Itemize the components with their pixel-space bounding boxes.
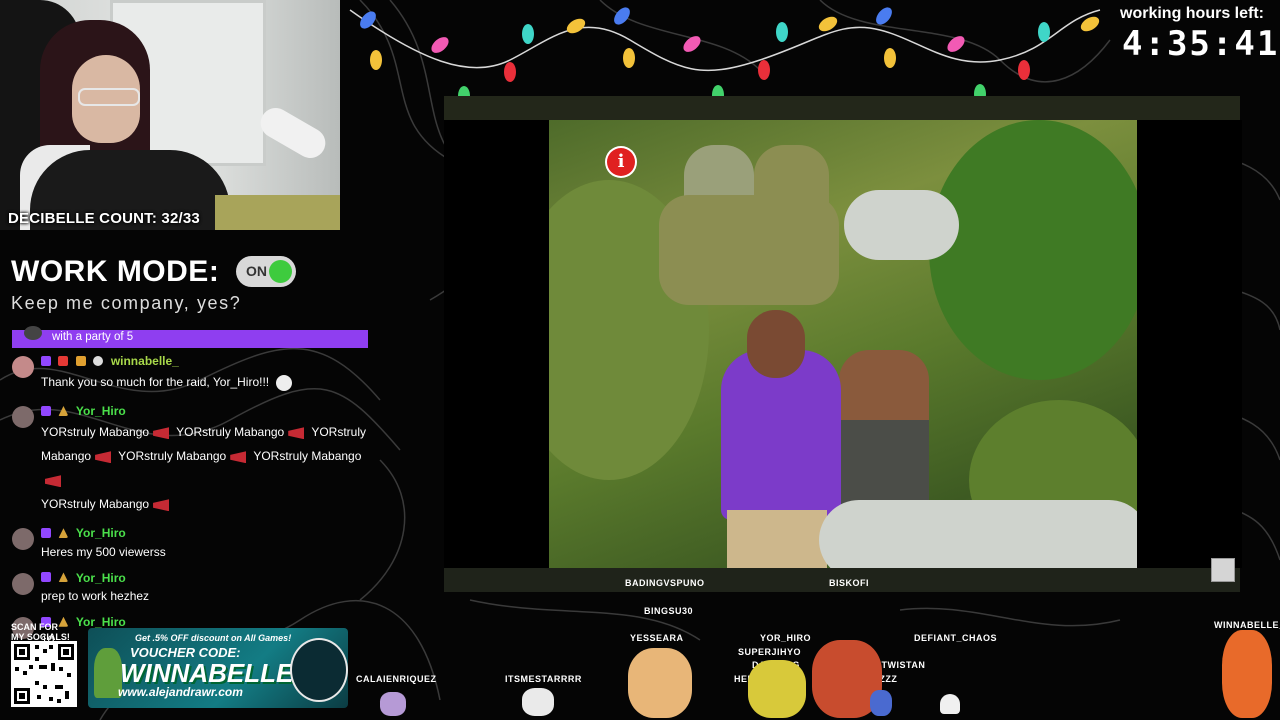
woman-pants	[727, 510, 827, 568]
viewer-avatar-icon	[628, 648, 692, 718]
viewer-avatar-icon	[748, 660, 806, 718]
viewer-name: CALAIENRIQUEZ	[356, 674, 437, 684]
chat-segment: YORstruly Mabango	[41, 497, 150, 512]
webcam-desk	[215, 195, 340, 230]
socials-label: SCAN FOR MY SOCIALS!	[11, 622, 70, 642]
webcam-glasses	[78, 88, 140, 106]
video-letterbox-left	[444, 120, 549, 568]
voucher-banner[interactable]: Get .5% OFF discount on All Games! VOUCH…	[88, 628, 348, 708]
info-icon[interactable]: i	[607, 148, 635, 176]
chat-text: Heres my 500 viewerss	[41, 544, 166, 559]
video-corner-icon[interactable]	[1211, 558, 1235, 582]
chat-message: Yor_Hiro Heres my 500 viewerss	[12, 524, 382, 560]
chat-panel: winnabelle_ Thank you so much for the ra…	[12, 352, 382, 657]
raid-avatar	[24, 326, 42, 340]
sub-badge-icon	[41, 528, 51, 539]
chat-username[interactable]: winnabelle_	[111, 354, 179, 368]
raid-banner: with a party of 5	[12, 330, 368, 348]
chat-segment: YORstruly Mabango	[118, 449, 227, 464]
chat-text: YORstruly Mabango YORstruly Mabango YORs…	[41, 420, 382, 516]
webcam-feed: DECIBELLE COUNT: 32/33	[0, 0, 340, 230]
viewer-name: BADINGVSPUNO	[625, 578, 705, 588]
bits-badge-icon	[58, 406, 69, 416]
bits-badge-icon	[58, 528, 69, 539]
viewer-avatar-icon	[1222, 630, 1272, 718]
chat-message: Yor_Hiro YORstruly Mabango YORstruly Mab…	[12, 402, 382, 516]
video-frame-top	[444, 96, 1240, 120]
chat-username[interactable]: Yor_Hiro	[76, 571, 126, 585]
ghost-avatar-icon	[940, 694, 960, 714]
chat-badges	[41, 569, 71, 587]
video-player[interactable]: i	[549, 120, 1137, 568]
work-mode-toggle: ON	[236, 256, 296, 287]
lips-emote-icon	[153, 427, 170, 440]
sub-badge-icon	[41, 355, 51, 366]
avatar	[12, 528, 34, 551]
woman-head	[747, 310, 805, 378]
chat-username[interactable]: Yor_Hiro	[76, 526, 126, 540]
chat-segment: YORstruly Mabango	[176, 425, 285, 440]
sack-on-head	[659, 195, 839, 305]
chat-message: winnabelle_ Thank you so much for the ra…	[12, 352, 382, 394]
video-letterbox-right	[1137, 120, 1242, 568]
voucher-url: www.alejandrawr.com	[118, 685, 243, 699]
countdown-timer: 4:35:41	[1122, 24, 1280, 64]
viewer-name: SUPERJIHYO	[738, 647, 802, 657]
smile-emote-icon	[276, 375, 293, 392]
avatar	[12, 406, 34, 429]
viewer-name: WINNABELLE_	[1214, 620, 1280, 630]
chat-badges	[41, 352, 106, 370]
chat-message: Yor_Hiro prep to work hezhez	[12, 569, 382, 605]
chat-badges	[41, 524, 71, 542]
lips-emote-icon	[95, 451, 112, 464]
chat-segment: YORstruly Mabango	[253, 449, 362, 464]
viewer-name: BINGSU30	[644, 606, 694, 616]
lips-emote-icon	[230, 451, 247, 464]
microphone-icon	[255, 102, 331, 164]
sub-badge-icon	[41, 572, 51, 583]
viewer-name: YOR_HIRO	[760, 633, 812, 643]
chat-text-body: Thank you so much for the raid, Yor_Hiro…	[41, 375, 270, 390]
shark-logo-icon	[290, 638, 348, 702]
chat-username[interactable]: Yor_Hiro	[76, 615, 126, 629]
skull-badge-icon	[93, 355, 104, 366]
chat-segment: YORstruly Mabango	[41, 425, 150, 440]
viewer-name: ITSMESTARRRR	[505, 674, 582, 684]
chat-text: Thank you so much for the raid, Yor_Hiro…	[41, 370, 382, 394]
chat-badges	[41, 402, 71, 420]
toggle-label: ON	[246, 263, 267, 279]
viewer-avatar-icon	[380, 692, 406, 716]
bits-badge-icon	[58, 572, 69, 583]
toggle-knob	[269, 260, 292, 283]
chat-segment: Mabango	[41, 449, 92, 464]
avatar	[12, 356, 34, 378]
gift-badge-icon	[75, 355, 86, 366]
tagline: Keep me company, yes?	[11, 293, 242, 313]
chat-segment: YORstruly	[311, 425, 367, 440]
raid-text: with a party of 5	[52, 331, 134, 343]
foliage	[929, 120, 1137, 380]
timer-label: working hours left:	[1120, 5, 1264, 22]
sub-badge-icon	[41, 406, 51, 416]
sack-ground	[819, 500, 1137, 568]
decibelle-count: DECIBELLE COUNT: 32/33	[8, 210, 200, 227]
voucher-discount-text: Get .5% OFF discount on All Games!	[135, 633, 292, 643]
broadcaster-badge-icon	[58, 355, 69, 366]
viewer-avatar-icon	[870, 690, 892, 716]
viewer-avatar-icon	[522, 688, 554, 716]
lips-emote-icon	[153, 499, 170, 512]
socials-label-line: SCAN FOR	[11, 622, 58, 632]
avatar	[12, 572, 34, 595]
work-mode-label: WORK MODE:	[11, 255, 220, 288]
lips-emote-icon	[45, 475, 61, 488]
qr-code[interactable]	[11, 641, 77, 707]
viewer-name: DEFIANT_CHAOS	[914, 633, 998, 643]
viewer-name: YESSEARA	[630, 633, 684, 643]
lips-emote-icon	[288, 427, 305, 440]
sack	[844, 190, 959, 260]
viewer-name: BISKOFI	[829, 578, 870, 588]
chat-text: prep to work hezhez	[41, 588, 150, 603]
chat-username[interactable]: Yor_Hiro	[76, 404, 126, 418]
